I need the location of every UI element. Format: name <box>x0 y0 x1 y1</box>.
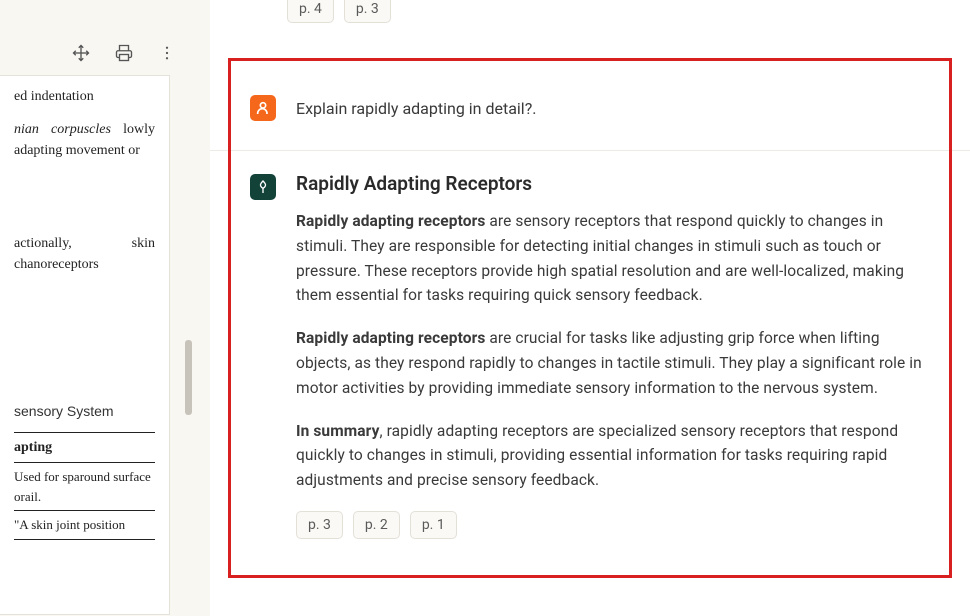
move-icon[interactable] <box>72 44 90 66</box>
page-pill[interactable]: p. 2 <box>353 511 400 539</box>
doc-table: apting Used for spa­round surface orail.… <box>14 432 155 540</box>
scrollbar-thumb[interactable] <box>185 340 192 415</box>
user-avatar-icon <box>250 95 276 121</box>
page-ref-row: p. 3 p. 2 p. 1 <box>296 511 930 539</box>
message-divider <box>210 150 970 151</box>
ai-response: Rapidly Adapting Receptors Rapidly adapt… <box>296 172 930 539</box>
ai-response-paragraph: In summary, rapidly adapting receptors a… <box>296 419 930 493</box>
page-pill[interactable]: p. 3 <box>296 511 343 539</box>
ai-avatar-icon <box>250 174 276 200</box>
user-prompt-text: Explain rapidly adapting in detail?. <box>296 99 536 118</box>
message-user: Explain rapidly adapting in detail?. <box>250 95 930 121</box>
chat-area: p. 4 p. 3 Explain rapidly adapting in de… <box>210 0 970 616</box>
page-pill[interactable]: p. 4 <box>287 0 334 23</box>
ai-response-paragraph: Rapidly adapting receptors are crucial f… <box>296 326 930 400</box>
doc-text: ed indentation <box>14 86 155 107</box>
doc-text: nian corpuscles lowly adapting movement … <box>14 119 155 161</box>
doc-text: actionally, skin chanoreceptors <box>14 233 155 275</box>
ai-response-heading: Rapidly Adapting Receptors <box>296 172 930 195</box>
print-icon[interactable] <box>115 44 133 66</box>
doc-toolbar <box>0 40 190 70</box>
doc-subheading: sensory System <box>14 401 155 422</box>
ai-response-paragraph: Rapidly adapting receptors are sensory r… <box>296 209 930 308</box>
document-preview-pane: ed indentation nian corpuscles lowly ada… <box>0 75 170 615</box>
page-pill[interactable]: p. 3 <box>344 0 391 23</box>
more-vertical-icon[interactable] <box>158 44 176 66</box>
page-pill[interactable]: p. 1 <box>410 511 457 539</box>
prev-page-pills: p. 4 p. 3 <box>287 0 391 23</box>
message-ai: Rapidly Adapting Receptors Rapidly adapt… <box>250 172 930 539</box>
